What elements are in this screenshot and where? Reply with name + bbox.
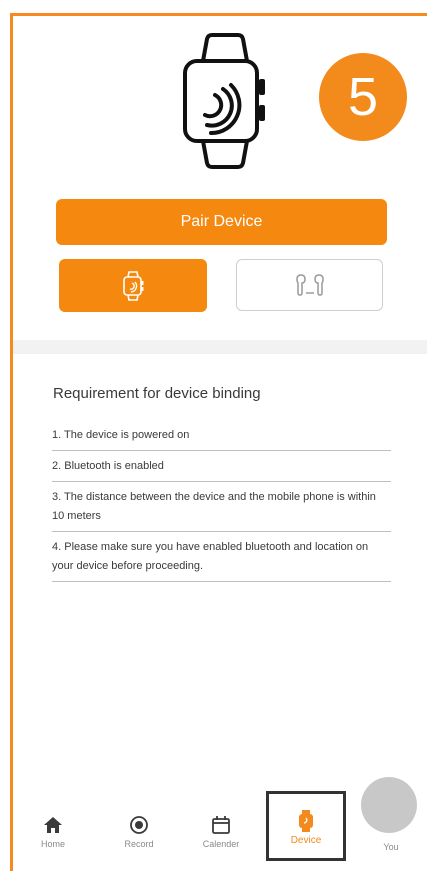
section-divider xyxy=(13,340,427,354)
bottom-tab-bar: Home Record Calender Device You xyxy=(13,777,427,871)
home-icon xyxy=(42,814,64,836)
tab-device[interactable]: Device xyxy=(266,791,346,861)
smartwatch-icon xyxy=(123,270,144,301)
tab-record-label: Record xyxy=(124,839,154,849)
device-watch-icon xyxy=(295,810,317,832)
smartwatch-icon xyxy=(183,33,265,169)
calendar-icon xyxy=(210,814,232,836)
tab-you-label: You xyxy=(383,842,399,852)
device-type-earbuds-button[interactable] xyxy=(236,259,383,311)
requirement-item: 3. The distance between the device and t… xyxy=(52,482,391,532)
record-icon xyxy=(128,814,150,836)
step-badge: 5 xyxy=(319,53,407,141)
tab-you[interactable]: You xyxy=(369,805,413,865)
requirement-item: 2. Bluetooth is enabled xyxy=(52,451,391,482)
requirements-list: 1. The device is powered on 2. Bluetooth… xyxy=(52,420,391,582)
tab-home-label: Home xyxy=(40,839,65,849)
tab-device-label: Device xyxy=(290,835,322,846)
requirement-item: 4. Please make sure you have enabled blu… xyxy=(52,532,391,582)
pair-device-button[interactable]: Pair Device xyxy=(56,199,387,245)
tab-calendar[interactable]: Calender xyxy=(195,805,247,865)
tab-record[interactable]: Record xyxy=(114,805,164,865)
requirement-item: 1. The device is powered on xyxy=(52,420,391,451)
tab-home[interactable]: Home xyxy=(35,805,71,865)
tab-calendar-label: Calender xyxy=(202,839,240,849)
device-type-watch-button[interactable] xyxy=(59,259,207,312)
requirements-title: Requirement for device binding xyxy=(53,385,261,402)
earbuds-icon xyxy=(295,274,324,296)
